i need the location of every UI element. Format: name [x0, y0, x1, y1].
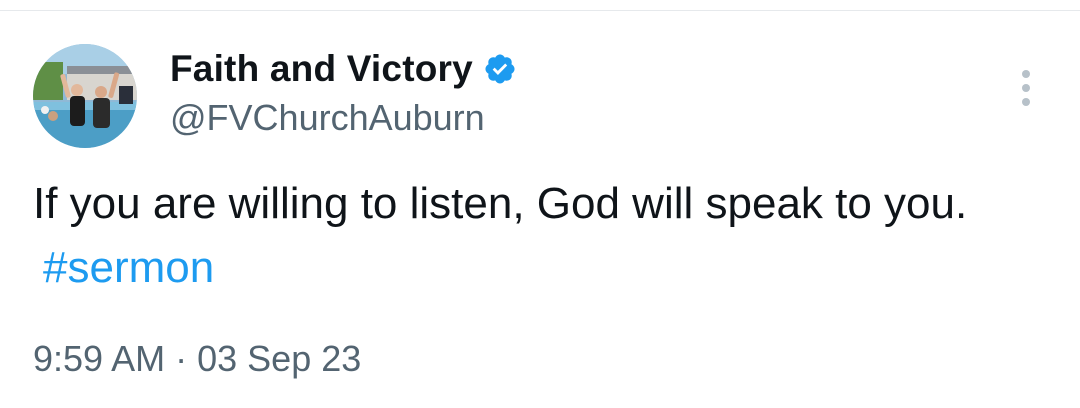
display-name[interactable]: Faith and Victory: [170, 48, 473, 90]
avatar-photo: [33, 44, 137, 148]
tweet-text: If you are willing to listen, God will s…: [33, 172, 1043, 300]
tweet-time[interactable]: 9:59 AM: [33, 338, 165, 379]
timestamp-separator: ·: [175, 338, 188, 379]
hashtag-link[interactable]: #sermon: [43, 243, 214, 292]
display-name-row[interactable]: Faith and Victory: [170, 46, 517, 92]
tweet-date[interactable]: 03 Sep 23: [197, 338, 361, 379]
avatar[interactable]: [33, 44, 137, 148]
tweet-body: If you are willing to listen, God will s…: [33, 179, 968, 228]
more-options-button[interactable]: [1010, 66, 1042, 110]
more-vertical-icon: [1022, 70, 1030, 78]
more-vertical-icon-dot: [1022, 84, 1030, 92]
timestamp[interactable]: 9:59 AM · 03 Sep 23: [33, 338, 361, 380]
more-vertical-icon-dot: [1022, 98, 1030, 106]
top-divider: [0, 10, 1080, 11]
user-handle[interactable]: @FVChurchAuburn: [170, 97, 485, 139]
verified-badge-icon: [483, 52, 517, 86]
